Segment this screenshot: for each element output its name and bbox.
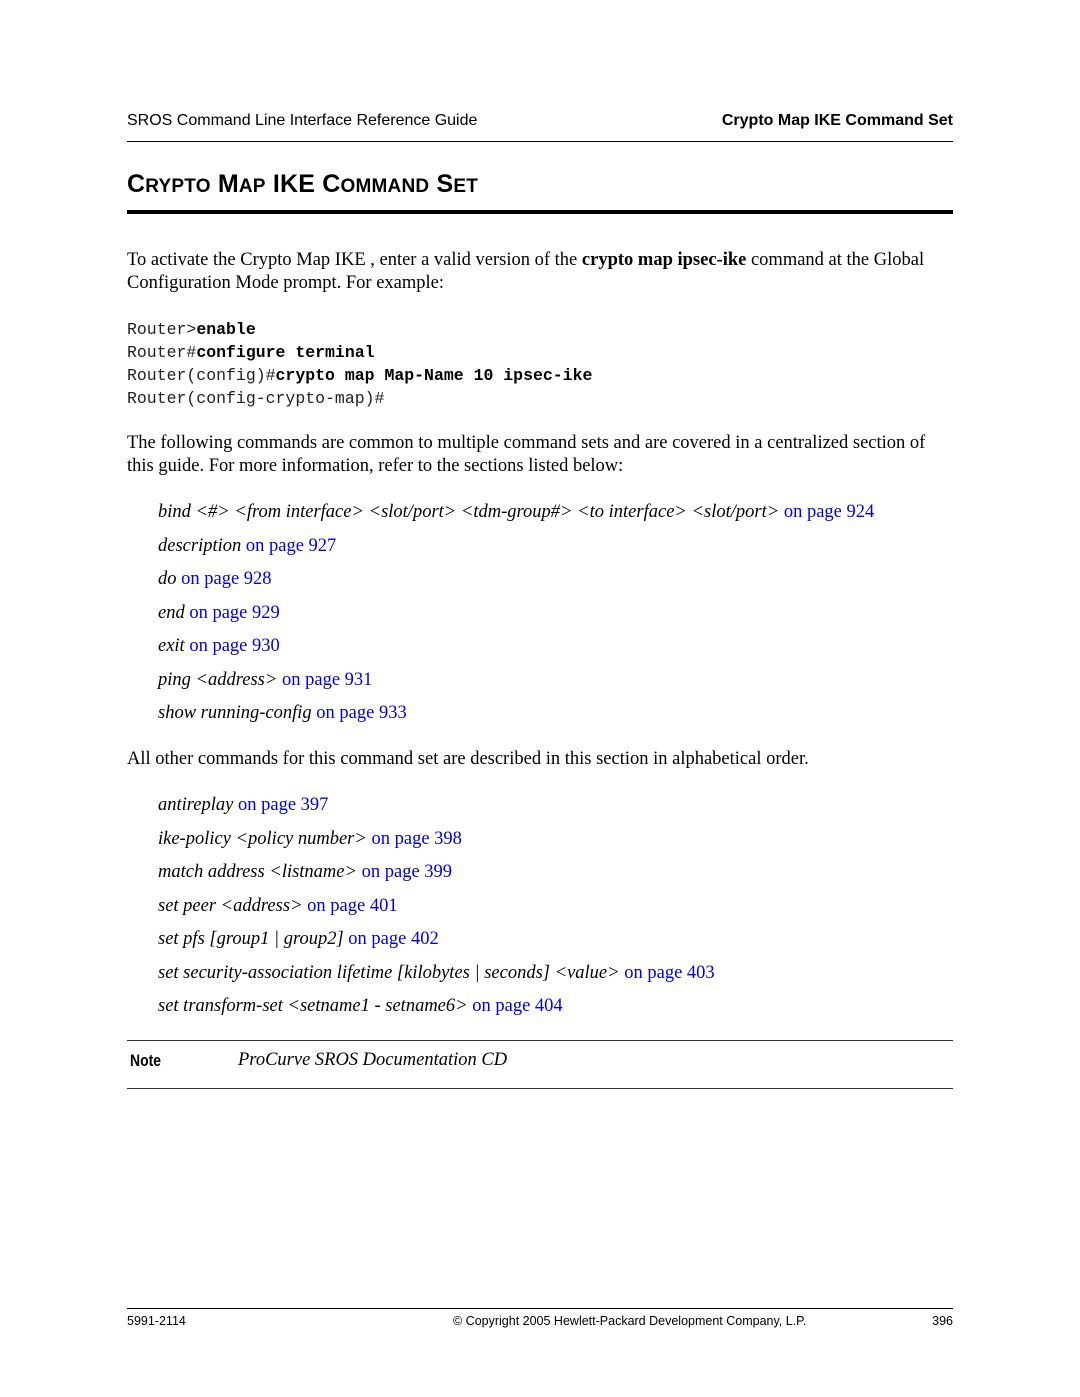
page-link[interactable]: on page 401 [307, 896, 397, 916]
list-item: ping <address> on page 931 [158, 669, 373, 690]
page-link[interactable]: on page 402 [348, 929, 438, 949]
page-link[interactable]: on page 930 [189, 636, 279, 656]
common-commands-list: bind <#> <from interface> <slot/port> <t… [158, 501, 874, 736]
note-bottom-divider [127, 1088, 953, 1089]
list-item: end on page 929 [158, 602, 280, 623]
page-link[interactable]: on page 403 [624, 963, 714, 983]
list-item: set transform-set <setname1 - setname6> … [158, 996, 563, 1016]
page-link[interactable]: on page 404 [472, 996, 562, 1016]
common-commands-intro: The following commands are common to mul… [127, 433, 926, 476]
header-divider [127, 141, 953, 142]
list-item: antireplay on page 397 [158, 795, 329, 815]
page-link[interactable]: on page 397 [238, 795, 328, 815]
doc-number: 5991-2114 [127, 1314, 186, 1328]
page-link[interactable]: on page 928 [181, 569, 271, 589]
other-commands-list: antireplay on page 397 ike-policy <polic… [158, 794, 715, 1029]
page-title: CRYPTO MAP IKE COMMAND SET [127, 170, 479, 198]
list-item: do on page 928 [158, 569, 272, 589]
other-commands-intro: All other commands for this command set … [127, 749, 809, 769]
copyright: © Copyright 2005 Hewlett-Packard Develop… [453, 1314, 807, 1328]
list-item: show running-config on page 933 [158, 703, 407, 723]
page-link[interactable]: on page 927 [246, 536, 336, 556]
code-line: Router#configure terminal [127, 343, 375, 362]
list-item: ike-policy <policy number> on page 398 [158, 828, 462, 849]
header-guide-title: SROS Command Line Interface Reference Gu… [127, 112, 478, 129]
code-line: Router>enable [127, 320, 256, 339]
list-item: set peer <address> on page 401 [158, 895, 398, 916]
code-line: Router(config)#crypto map Map-Name 10 ip… [127, 366, 593, 385]
title-divider [127, 210, 953, 214]
page-header: SROS Command Line Interface Reference Gu… [127, 112, 953, 134]
list-item: set pfs [group1 | group2] on page 402 [158, 929, 439, 949]
intro-command: crypto map ipsec-ike [581, 250, 747, 270]
page-link[interactable]: on page 933 [316, 703, 406, 723]
list-item: exit on page 930 [158, 636, 280, 656]
page-link[interactable]: on page 398 [372, 829, 462, 849]
page-link[interactable]: on page 924 [784, 502, 874, 522]
header-section-title: Crypto Map IKE Command Set [721, 112, 953, 129]
footer-divider [127, 1308, 953, 1309]
list-item: description on page 927 [158, 535, 337, 556]
page-number: 396 [932, 1314, 953, 1328]
code-example: Router>enable Router#configure terminal … [127, 318, 592, 410]
list-item: match address <listname> on page 399 [158, 862, 453, 882]
note-text: ProCurve SROS Documentation CD [238, 1050, 508, 1070]
code-line: Router(config-crypto-map)# [127, 389, 385, 408]
list-item: bind <#> <from interface> <slot/port> <t… [158, 502, 875, 522]
note-label: Note [130, 1051, 161, 1070]
page-link[interactable]: on page 931 [282, 670, 372, 690]
note-top-divider [127, 1040, 953, 1041]
page-link[interactable]: on page 929 [189, 603, 279, 623]
page-link[interactable]: on page 399 [362, 862, 452, 882]
list-item: set security-association lifetime [kilob… [158, 962, 715, 983]
intro-paragraph: To activate the Crypto Map IKE , enter a… [127, 250, 925, 293]
